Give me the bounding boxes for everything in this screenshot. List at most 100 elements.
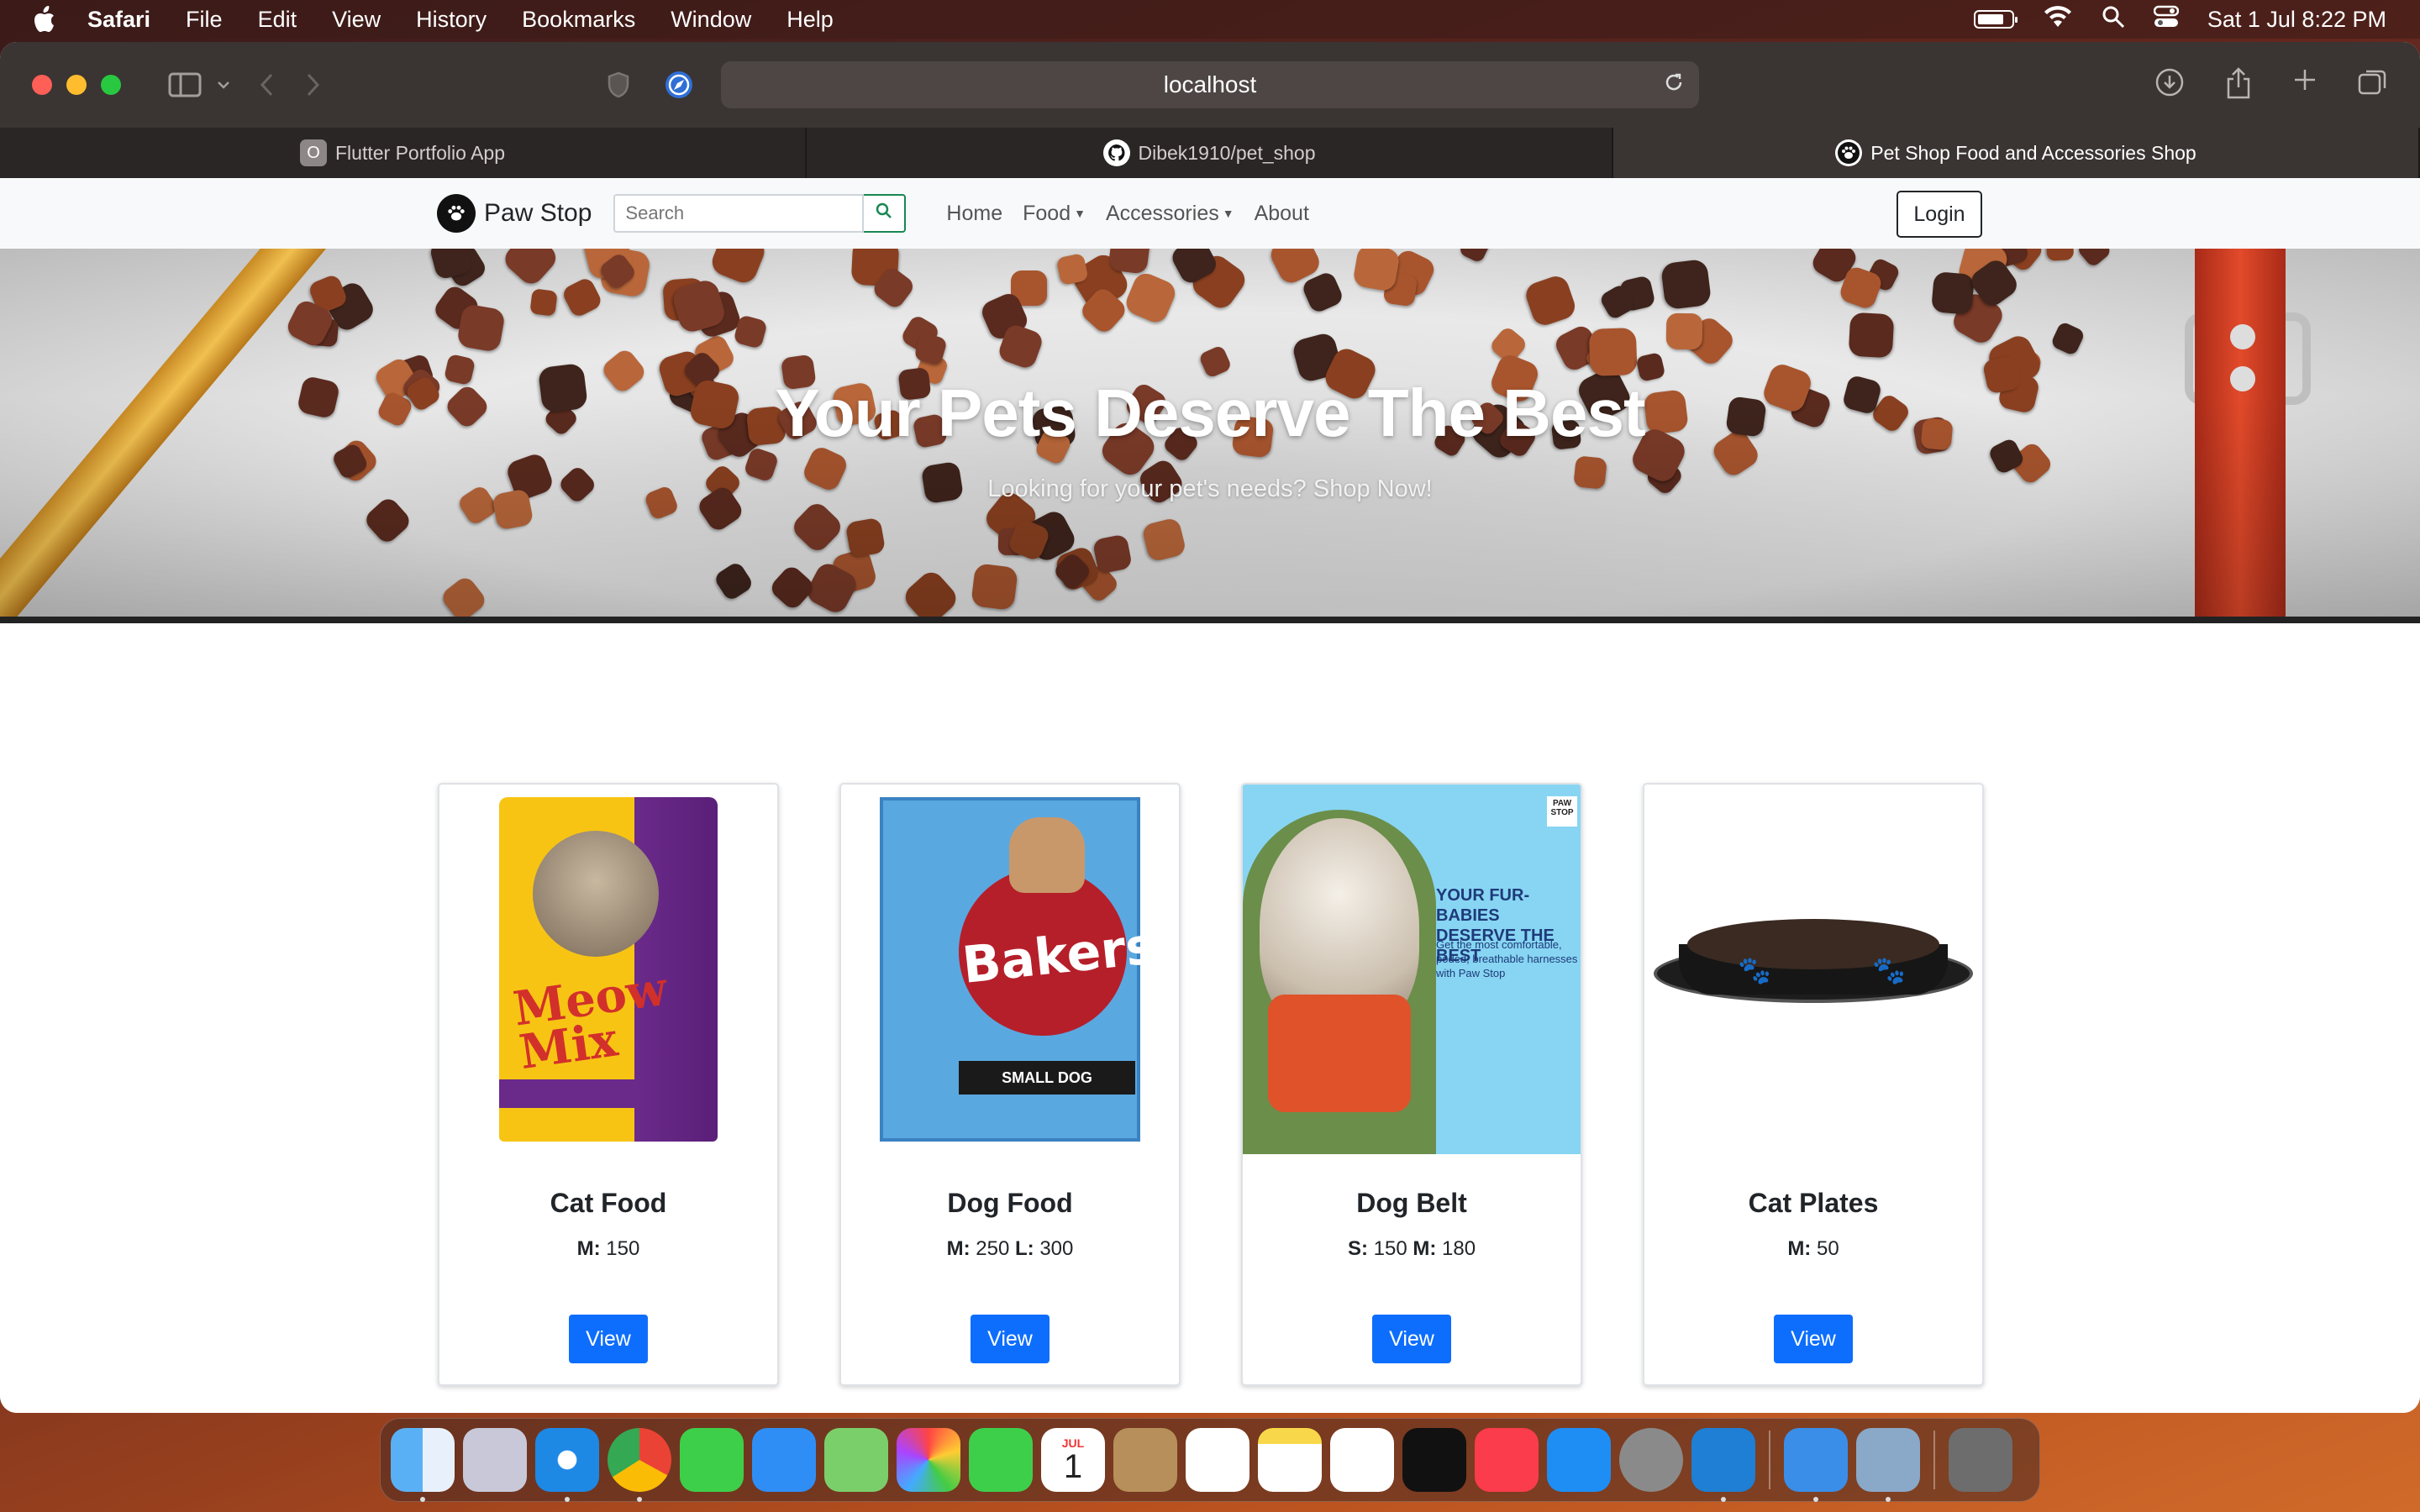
product-title: Cat Plates: [1748, 1188, 1879, 1218]
product-image-cat-food: Meow Mix: [439, 785, 777, 1154]
view-button[interactable]: View: [569, 1315, 648, 1363]
forward-icon[interactable]: [304, 72, 321, 97]
menu-window[interactable]: Window: [671, 7, 751, 33]
dog-belt-copy: Get the most comfortable, poded, breatha…: [1436, 938, 1578, 979]
tab-overview-icon[interactable]: [2358, 67, 2388, 107]
reload-icon[interactable]: [1664, 71, 1684, 98]
system-preferences-icon[interactable]: [1856, 1428, 1920, 1502]
nav-home[interactable]: Home: [946, 202, 1002, 226]
product-price: M: 50: [1787, 1237, 1839, 1261]
privacy-shield-icon[interactable]: [607, 71, 630, 98]
github-icon: [1102, 139, 1130, 166]
extension-compass-icon[interactable]: [664, 70, 694, 100]
menu-file[interactable]: File: [186, 7, 223, 33]
notes-icon[interactable]: [1258, 1428, 1322, 1492]
spotlight-search-icon[interactable]: [2102, 5, 2125, 34]
zoom-window-button[interactable]: [101, 75, 121, 95]
price-value: 150: [1373, 1237, 1407, 1260]
control-center-icon[interactable]: [2153, 5, 2180, 34]
web-page: Paw Stop Home Food▼ Accessories▼ About L…: [0, 178, 2420, 1413]
nav-about[interactable]: About: [1255, 202, 1309, 226]
apple-tv-icon[interactable]: [1402, 1428, 1466, 1492]
price-size: M:: [1787, 1237, 1812, 1260]
product-title: Dog Food: [947, 1188, 1073, 1218]
new-tab-icon[interactable]: [2292, 67, 2317, 107]
hero-title: Your Pets Deserve The Best: [775, 375, 1645, 450]
trash-icon[interactable]: [1949, 1428, 2012, 1492]
messages-icon[interactable]: [680, 1428, 744, 1492]
paw-logo-icon: [437, 194, 476, 233]
freeform-icon[interactable]: [1330, 1428, 1394, 1492]
menu-help[interactable]: Help: [786, 7, 834, 33]
product-card-dog-food: Bakers SMALL DOG Dog Food M: 250 L: 300 …: [839, 783, 1181, 1386]
menu-datetime[interactable]: Sat 1 Jul 8:22 PM: [2207, 7, 2386, 33]
nav-food-label: Food: [1023, 201, 1071, 225]
tab-flutter-portfolio[interactable]: O Flutter Portfolio App: [0, 128, 807, 178]
battery-icon[interactable]: [1973, 10, 2018, 29]
address-bar[interactable]: localhost: [721, 61, 1699, 108]
sidebar-toggle-icon[interactable]: [168, 72, 202, 97]
xcode-simulator-icon[interactable]: [1784, 1428, 1848, 1502]
close-window-button[interactable]: [32, 75, 52, 95]
downloads-icon[interactable]: [2154, 67, 2185, 107]
nav-accessories-dropdown[interactable]: Accessories ▼: [1106, 202, 1234, 226]
price-value: 50: [1816, 1237, 1839, 1260]
app-store-icon[interactable]: [1547, 1428, 1611, 1492]
facetime-icon[interactable]: [969, 1428, 1033, 1492]
chrome-icon[interactable]: [608, 1428, 671, 1502]
minimize-window-button[interactable]: [66, 75, 87, 95]
search-input[interactable]: [613, 194, 865, 233]
login-button[interactable]: Login: [1897, 191, 1982, 238]
music-icon[interactable]: [1475, 1428, 1539, 1492]
tab-github-pet-shop[interactable]: Dibek1910/pet_shop: [807, 128, 1613, 178]
menu-bookmarks[interactable]: Bookmarks: [522, 7, 635, 33]
menu-edit[interactable]: Edit: [258, 7, 297, 33]
menu-bar: Safari File Edit View History Bookmarks …: [0, 0, 2420, 39]
nav-food-dropdown[interactable]: Food ▼: [1023, 202, 1086, 226]
price-size: S:: [1347, 1237, 1368, 1260]
paw-print-icon: 🐾: [1872, 955, 1906, 985]
dog-belt-tag: PAW STOP: [1547, 796, 1577, 827]
apple-icon[interactable]: [34, 6, 57, 33]
search-button[interactable]: [864, 194, 907, 233]
product-image-cat-plates: 🐾 🐾: [1644, 785, 1982, 1154]
wifi-icon[interactable]: [2043, 5, 2073, 34]
menu-view[interactable]: View: [332, 7, 381, 33]
menu-app-name[interactable]: Safari: [87, 7, 150, 33]
contacts-icon[interactable]: [1113, 1428, 1177, 1492]
dock: JUL 1: [380, 1418, 2040, 1502]
product-grid: Meow Mix Cat Food M: 150 View Bakers SMA…: [438, 783, 1984, 1386]
calendar-icon[interactable]: JUL 1: [1041, 1428, 1105, 1492]
view-button[interactable]: View: [1372, 1315, 1451, 1363]
site-brand[interactable]: Paw Stop: [437, 194, 592, 233]
cat-food-bag-image: Meow Mix: [499, 797, 718, 1142]
tab-label: Dibek1910/pet_shop: [1138, 141, 1316, 164]
nav-about-label: About: [1254, 201, 1309, 225]
system-settings-icon[interactable]: [1619, 1428, 1683, 1492]
product-price: S: 150 M: 180: [1348, 1237, 1476, 1261]
maps-icon[interactable]: [824, 1428, 888, 1492]
menu-history[interactable]: History: [416, 7, 487, 33]
paw-icon: [1835, 139, 1863, 166]
chevron-down-icon[interactable]: [217, 80, 230, 90]
finder-icon[interactable]: [391, 1428, 455, 1502]
price-size: M:: [576, 1237, 601, 1260]
cat-illustration: [533, 831, 659, 957]
back-icon[interactable]: [259, 72, 276, 97]
vscode-icon[interactable]: [1691, 1428, 1755, 1502]
mail-icon[interactable]: [752, 1428, 816, 1492]
harness-photo: [1268, 995, 1411, 1112]
tab-label: Flutter Portfolio App: [335, 141, 505, 164]
cat-food-brand-text: Meow Mix: [509, 960, 671, 1081]
safari-icon[interactable]: [535, 1428, 599, 1502]
tab-pet-shop[interactable]: Pet Shop Food and Accessories Shop: [1613, 128, 2420, 178]
photos-icon[interactable]: [897, 1428, 960, 1492]
dog-food-box-image: Bakers SMALL DOG: [880, 797, 1159, 1142]
reminders-icon[interactable]: [1186, 1428, 1249, 1492]
launchpad-icon[interactable]: [463, 1428, 527, 1492]
address-url[interactable]: localhost: [1164, 71, 1257, 98]
view-button[interactable]: View: [971, 1315, 1050, 1363]
share-icon[interactable]: [2225, 67, 2252, 107]
view-button[interactable]: View: [1774, 1315, 1853, 1363]
product-price: M: 250 L: 300: [947, 1237, 1074, 1261]
